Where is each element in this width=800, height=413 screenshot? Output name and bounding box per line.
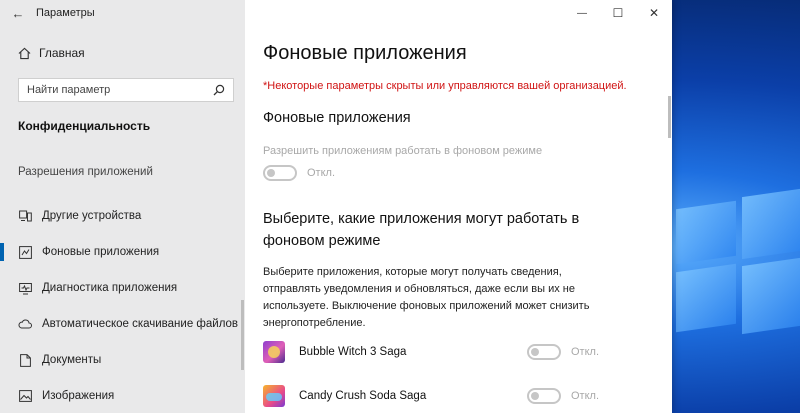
candy-crush-soda-logo	[263, 385, 285, 407]
diagnostics-icon	[18, 281, 32, 295]
back-button[interactable]: ←	[0, 0, 36, 26]
close-button[interactable]: ✕	[636, 0, 672, 26]
sidebar: ← Параметры Главная Конфиденциальность Р…	[0, 0, 245, 413]
search-box[interactable]	[18, 78, 234, 102]
sidebar-item-diagnostics[interactable]: Диагностика приложения	[0, 270, 245, 306]
section-heading: Фоновые приложения	[263, 110, 411, 126]
background-apps-icon	[18, 245, 32, 259]
allow-background-label: Разрешить приложениям работать в фоновом…	[263, 145, 543, 157]
search-icon[interactable]	[213, 84, 225, 96]
allow-background-toggle-row: Откл.	[263, 165, 335, 181]
document-icon	[18, 353, 32, 367]
nav-home-label: Главная	[39, 46, 85, 60]
bubble-witch-logo	[263, 341, 285, 363]
cloud-icon	[18, 317, 32, 331]
app-name: Bubble Witch 3 Saga	[299, 346, 407, 358]
sidebar-item-label: Автоматическое скачивание файлов	[42, 318, 239, 330]
app-title: Параметры	[36, 7, 95, 19]
windows-logo-pane	[742, 188, 800, 260]
close-icon: ✕	[648, 6, 660, 20]
nav-list: Другие устройства Фоновые приложения Диа…	[0, 198, 245, 413]
windows-logo-pane	[676, 200, 736, 265]
toggle-knob	[267, 169, 275, 177]
app-name: Candy Crush Soda Saga	[299, 390, 427, 402]
sidebar-scrollbar[interactable]	[241, 300, 244, 370]
app-background-toggle[interactable]	[527, 344, 561, 360]
toggle-knob	[531, 392, 539, 400]
app-row-bubble-witch: Bubble Witch 3 Saga Откл.	[263, 337, 608, 367]
page-title: Фоновые приложения	[263, 42, 467, 64]
maximize-button[interactable]: ☐	[600, 0, 636, 26]
image-icon	[18, 389, 32, 403]
sidebar-item-label: Изображения	[42, 390, 115, 402]
choose-apps-heading: Выберите, какие приложения могут работат…	[263, 211, 580, 249]
arrow-left-icon: ←	[11, 5, 25, 21]
choose-apps-description: Выберите приложения, которые могут получ…	[263, 266, 590, 329]
sidebar-item-label: Документы	[42, 354, 102, 366]
sidebar-item-label: Диагностика приложения	[42, 282, 178, 294]
nav-home[interactable]: Главная	[18, 46, 85, 60]
title-bar: ← Параметры	[0, 0, 245, 26]
sidebar-item-background-apps[interactable]: Фоновые приложения	[0, 234, 245, 270]
sidebar-item-label: Фоновые приложения	[42, 246, 160, 258]
section-title: Конфиденциальность	[18, 119, 151, 133]
main-scrollbar[interactable]	[668, 96, 671, 138]
group-title: Разрешения приложений	[18, 166, 153, 178]
main-content: — ☐ ✕ Фоновые приложения *Некоторые пара…	[245, 0, 672, 413]
search-input[interactable]	[27, 84, 207, 96]
sidebar-item-documents[interactable]: Документы	[0, 342, 245, 378]
sidebar-item-label: Другие устройства	[42, 210, 142, 222]
toggle-knob	[531, 348, 539, 356]
maximize-icon: ☐	[612, 6, 624, 20]
org-managed-note: *Некоторые параметры скрыты или управляю…	[263, 80, 627, 92]
app-toggle-row: Откл.	[527, 344, 599, 360]
sidebar-item-other-devices[interactable]: Другие устройства	[0, 198, 245, 234]
toggle-state-label: Откл.	[307, 167, 336, 179]
app-toggle-row: Откл.	[527, 388, 599, 404]
settings-window: ← Параметры Главная Конфиденциальность Р…	[0, 0, 672, 413]
devices-icon	[18, 209, 32, 223]
app-row-candy-crush-soda: Candy Crush Soda Saga Откл.	[263, 381, 608, 411]
minimize-icon: —	[577, 7, 587, 19]
sidebar-item-images[interactable]: Изображения	[0, 378, 245, 413]
app-background-toggle[interactable]	[527, 388, 561, 404]
allow-background-toggle[interactable]	[263, 165, 297, 181]
minimize-button[interactable]: —	[564, 0, 600, 26]
sidebar-item-auto-downloads[interactable]: Автоматическое скачивание файлов	[0, 306, 245, 342]
windows-logo-pane	[742, 257, 800, 335]
window-controls: — ☐ ✕	[564, 0, 672, 26]
windows-logo-pane	[676, 263, 736, 333]
toggle-state-label: Откл.	[571, 346, 600, 358]
home-icon	[18, 47, 31, 59]
toggle-state-label: Откл.	[571, 390, 600, 402]
